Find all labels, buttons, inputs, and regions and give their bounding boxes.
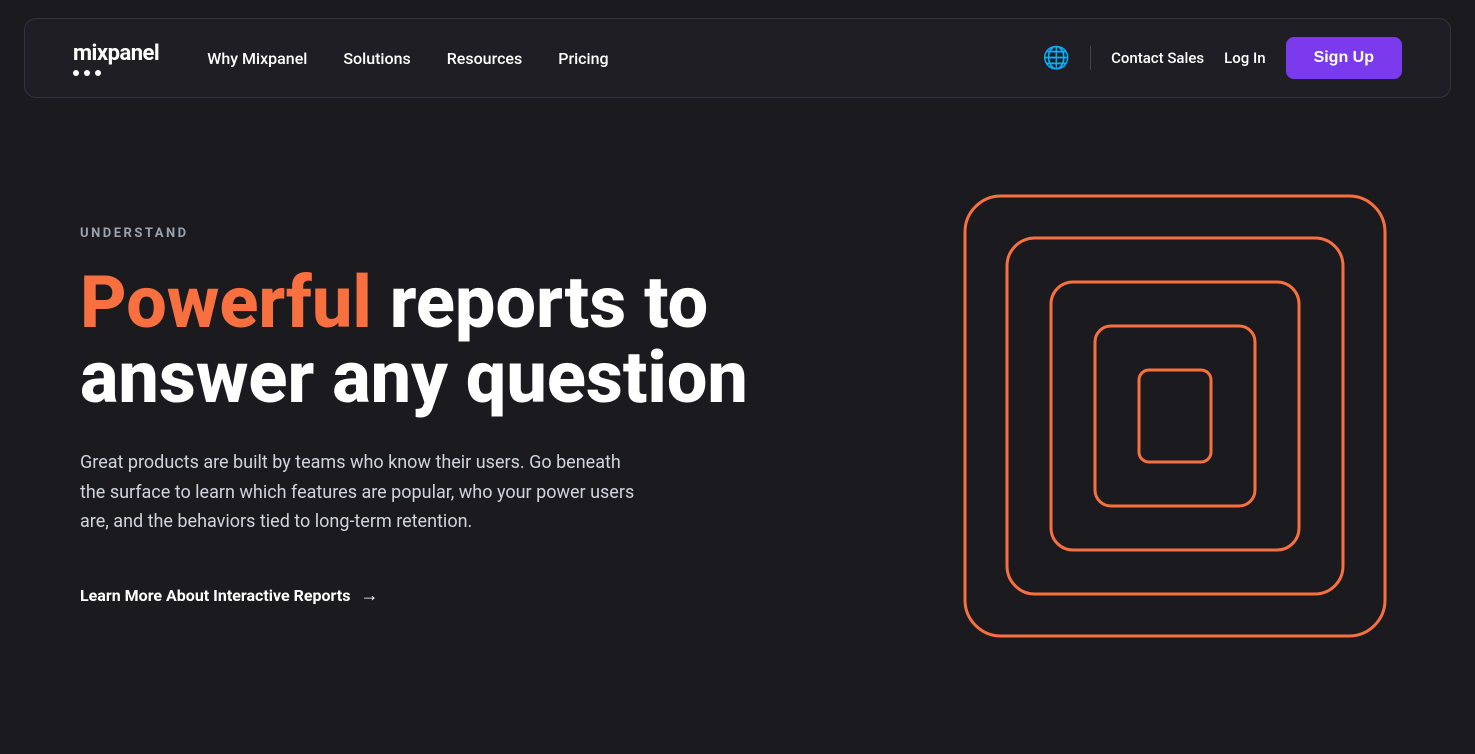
nav-item-pricing[interactable]: Pricing [558,49,608,68]
contact-sales-link[interactable]: Contact Sales [1111,49,1204,67]
nav-link-resources[interactable]: Resources [447,49,523,68]
hero-heading: Powerful reports to answer any question [80,265,780,416]
navbar: mixpanel Why Mixpanel Solutions Resource… [24,18,1451,98]
nav-right: 🌐 Contact Sales Log In Sign Up [1043,37,1402,79]
nav-link-why-mixpanel[interactable]: Why Mixpanel [207,49,307,68]
hero-graphic [955,186,1395,646]
globe-icon[interactable]: 🌐 [1043,46,1070,71]
hero-section: UNDERSTAND Powerful reports to answer an… [0,116,1475,716]
logo-dots [73,70,159,76]
hero-content: UNDERSTAND Powerful reports to answer an… [80,226,780,606]
nav-links: Why Mixpanel Solutions Resources Pricing [207,49,608,68]
nav-divider [1090,46,1091,70]
signup-button[interactable]: Sign Up [1286,37,1402,79]
logo-text: mixpanel [73,41,159,66]
nav-link-pricing[interactable]: Pricing [558,49,608,68]
hero-cta-label: Learn More About Interactive Reports [80,586,350,605]
hero-description: Great products are built by teams who kn… [80,448,640,537]
hero-illustration [955,186,1395,646]
logo-dot-2 [84,70,90,76]
nav-item-resources[interactable]: Resources [447,49,523,68]
hero-heading-accent: Powerful [80,260,372,345]
logo: mixpanel [73,41,159,76]
logo-dot-3 [95,70,101,76]
nav-item-why-mixpanel[interactable]: Why Mixpanel [207,49,307,68]
logo-dot-1 [73,70,79,76]
nav-left: mixpanel Why Mixpanel Solutions Resource… [73,41,609,76]
hero-cta-link[interactable]: Learn More About Interactive Reports → [80,585,378,606]
hero-eyebrow: UNDERSTAND [80,226,780,241]
login-link[interactable]: Log In [1224,49,1265,67]
hero-cta-arrow: → [360,585,378,606]
nav-item-solutions[interactable]: Solutions [343,49,410,68]
nav-link-solutions[interactable]: Solutions [343,49,410,68]
